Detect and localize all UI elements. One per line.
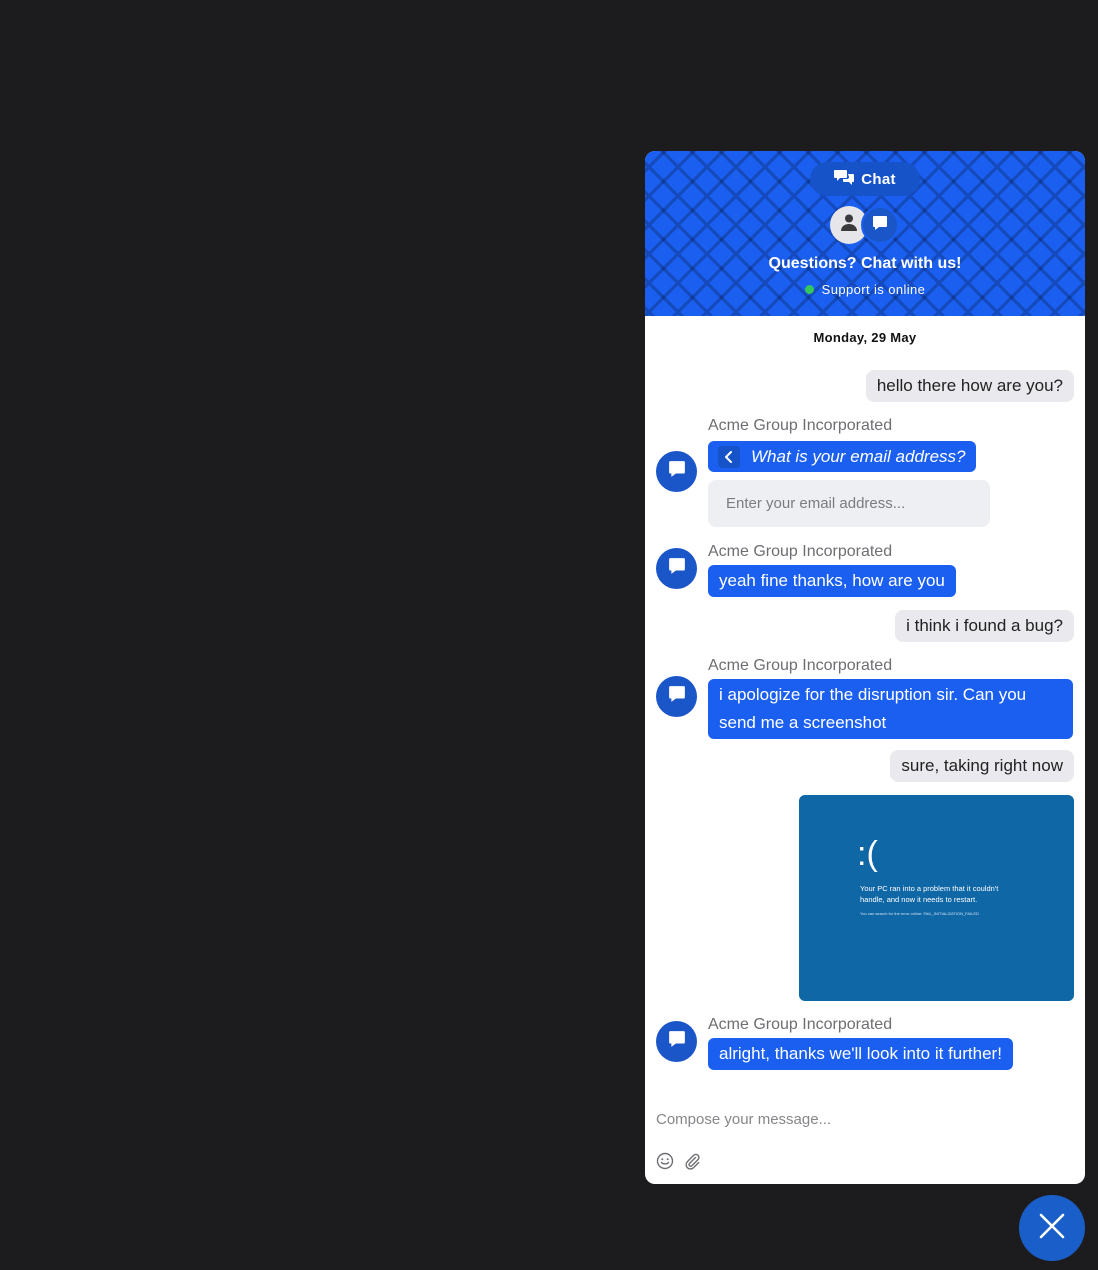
support-status: Support is online bbox=[645, 282, 1085, 297]
sender-name: Acme Group Incorporated bbox=[708, 417, 893, 434]
message-outgoing: hello there how are you? bbox=[865, 370, 1074, 402]
message-incoming: alright, thanks we'll look into it furth… bbox=[708, 1038, 1013, 1070]
tab-chat-label: Chat bbox=[861, 170, 896, 188]
bsod-face: :( bbox=[857, 835, 878, 873]
user-icon bbox=[841, 214, 857, 236]
chat-bubble-icon bbox=[668, 557, 686, 580]
message-incoming-question: What is your email address? bbox=[708, 441, 977, 472]
sender-name: Acme Group Incorporated bbox=[708, 543, 893, 560]
bot-avatar-header bbox=[861, 206, 899, 244]
chat-bubble-icon bbox=[668, 685, 686, 708]
screenshot-attachment[interactable]: :( Your PC ran into a problem that it co… bbox=[799, 795, 1074, 1001]
email-field[interactable] bbox=[708, 480, 990, 527]
sender-name: Acme Group Incorporated bbox=[708, 1016, 893, 1033]
chat-header-title: Questions? Chat with us! bbox=[768, 255, 962, 272]
question-text: What is your email address? bbox=[751, 446, 966, 466]
chevron-left-icon[interactable] bbox=[718, 445, 740, 468]
message-composer[interactable] bbox=[656, 1107, 1074, 1131]
online-indicator bbox=[804, 285, 814, 294]
close-chat-button[interactable] bbox=[1019, 1195, 1085, 1261]
bsod-message: Your PC ran into a problem that it could… bbox=[860, 884, 999, 904]
bsod-detail: You can search for the error online: FAI… bbox=[860, 911, 979, 916]
message-outgoing: i think i found a bug? bbox=[895, 610, 1074, 642]
support-status-text: Support is online bbox=[821, 282, 926, 297]
chat-header: Chat Questions? Chat with us! Support is… bbox=[645, 151, 1085, 316]
bot-avatar bbox=[656, 1021, 697, 1062]
chat-bubble-icon bbox=[668, 1030, 686, 1053]
agent-avatars bbox=[830, 206, 904, 244]
paperclip-icon[interactable] bbox=[682, 1151, 702, 1171]
chat-bubble-icon bbox=[668, 460, 686, 483]
bot-avatar bbox=[656, 548, 697, 589]
chat-bubbles-icon bbox=[834, 169, 855, 189]
date-separator: Monday, 29 May bbox=[813, 330, 917, 345]
message-incoming: i apologize for the disruption sir. Can … bbox=[708, 679, 1073, 739]
chat-widget: Chat Questions? Chat with us! Support is… bbox=[645, 151, 1085, 1184]
close-icon bbox=[1039, 1213, 1065, 1244]
bot-avatar bbox=[656, 676, 697, 717]
chat-bubble-icon bbox=[872, 215, 888, 236]
sender-name: Acme Group Incorporated bbox=[708, 657, 893, 674]
bot-avatar bbox=[656, 451, 697, 492]
emoji-icon[interactable] bbox=[655, 1151, 675, 1171]
message-incoming: yeah fine thanks, how are you bbox=[708, 565, 956, 597]
message-outgoing: sure, taking right now bbox=[890, 750, 1074, 782]
tab-chat[interactable]: Chat bbox=[810, 162, 920, 196]
